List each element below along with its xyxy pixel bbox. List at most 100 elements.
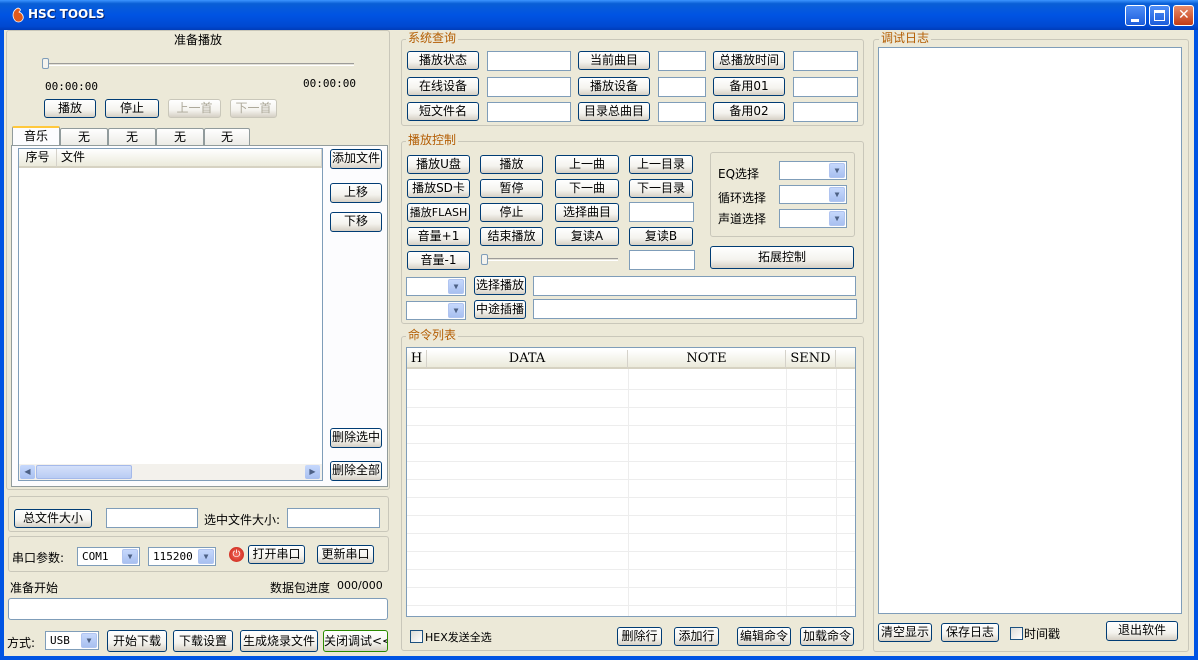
total-file-size-field[interactable] xyxy=(106,508,198,528)
select-play-button[interactable]: 选择播放 xyxy=(474,276,526,295)
select-track-field[interactable] xyxy=(629,202,694,222)
tab-none-3[interactable]: 无 xyxy=(156,128,204,145)
download-settings-button[interactable]: 下载设置 xyxy=(173,630,233,652)
volume-up-button[interactable]: 音量+1 xyxy=(407,227,470,246)
minimize-button[interactable] xyxy=(1125,5,1146,26)
insert-play-button[interactable]: 中途插播 xyxy=(474,300,526,319)
spare-02-field[interactable] xyxy=(793,102,858,122)
exit-software-button[interactable]: 退出软件 xyxy=(1106,621,1178,641)
next-track-button[interactable]: 下一首 xyxy=(230,99,277,118)
short-filename-field[interactable] xyxy=(487,102,571,122)
volume-slider[interactable] xyxy=(481,258,618,261)
tab-music[interactable]: 音乐 xyxy=(12,126,60,146)
next-song-button[interactable]: 下一曲 xyxy=(555,179,619,198)
play-status-button[interactable]: 播放状态 xyxy=(407,51,479,70)
play-button[interactable]: 播放 xyxy=(44,99,96,118)
volume-field[interactable] xyxy=(629,250,695,270)
title-bar[interactable]: HSC TOOLS ✕ xyxy=(0,0,1198,30)
move-down-button[interactable]: 下移 xyxy=(330,212,382,232)
channel-select[interactable]: ▼ xyxy=(779,209,847,228)
selected-file-size-field[interactable] xyxy=(287,508,380,528)
dir-total-tracks-button[interactable]: 目录总曲目 xyxy=(578,102,650,121)
total-play-time-field[interactable] xyxy=(793,51,858,71)
prev-song-button[interactable]: 上一曲 xyxy=(555,155,619,174)
com-port-select[interactable]: COM1 ▼ xyxy=(77,547,140,566)
scroll-left-icon[interactable]: ◀ xyxy=(20,465,35,479)
column-header-h[interactable]: H xyxy=(407,350,427,369)
tab-none-4[interactable]: 无 xyxy=(204,128,250,145)
start-download-button[interactable]: 开始下载 xyxy=(107,630,167,652)
edit-command-button[interactable]: 编辑命令 xyxy=(737,627,791,646)
play-progress-thumb[interactable] xyxy=(42,58,49,69)
extended-control-button[interactable]: 拓展控制 xyxy=(710,246,854,269)
total-play-time-button[interactable]: 总播放时间 xyxy=(713,51,785,70)
select-track-button[interactable]: 选择曲目 xyxy=(555,203,619,222)
command-table[interactable]: H DATA NOTE SEND xyxy=(406,347,856,617)
horizontal-scrollbar[interactable]: ◀ ▶ xyxy=(19,464,322,480)
ctrl-play-button[interactable]: 播放 xyxy=(480,155,543,174)
repeat-b-button[interactable]: 复读B xyxy=(629,227,693,246)
current-track-field[interactable] xyxy=(658,51,706,71)
column-header-send[interactable]: SEND xyxy=(786,350,836,369)
mode-select[interactable]: USB ▼ xyxy=(45,631,99,650)
baud-rate-select[interactable]: 115200 ▼ xyxy=(148,547,216,566)
end-play-button[interactable]: 结束播放 xyxy=(480,227,543,246)
eq-select[interactable]: ▼ xyxy=(779,161,847,180)
generate-burn-file-button[interactable]: 生成烧录文件 xyxy=(240,630,318,652)
add-row-button[interactable]: 添加行 xyxy=(674,627,719,646)
play-device-button[interactable]: 播放设备 xyxy=(578,77,650,96)
hex-select-all-checkbox[interactable] xyxy=(410,630,423,643)
tab-none-2[interactable]: 无 xyxy=(108,128,156,145)
delete-selected-button[interactable]: 删除选中 xyxy=(330,428,382,448)
column-header-data[interactable]: DATA xyxy=(427,350,628,369)
play-flash-button[interactable]: 播放FLASH xyxy=(407,203,470,222)
select-play-field[interactable] xyxy=(533,276,856,296)
column-header-note[interactable]: NOTE xyxy=(628,350,786,369)
move-up-button[interactable]: 上移 xyxy=(330,183,382,203)
add-file-button[interactable]: 添加文件 xyxy=(330,149,382,169)
ctrl-stop-button[interactable]: 停止 xyxy=(480,203,543,222)
tab-none-1[interactable]: 无 xyxy=(60,128,108,145)
load-command-button[interactable]: 加载命令 xyxy=(800,627,854,646)
current-track-button[interactable]: 当前曲目 xyxy=(578,51,650,70)
delete-all-button[interactable]: 删除全部 xyxy=(330,461,382,481)
next-dir-button[interactable]: 下一目录 xyxy=(629,179,693,198)
pause-button[interactable]: 暂停 xyxy=(480,179,543,198)
file-list[interactable]: 序号 文件 ◀ ▶ xyxy=(18,148,323,481)
volume-slider-thumb[interactable] xyxy=(481,254,488,265)
scroll-right-icon[interactable]: ▶ xyxy=(305,465,320,479)
online-device-button[interactable]: 在线设备 xyxy=(407,77,479,96)
save-log-button[interactable]: 保存日志 xyxy=(941,623,999,642)
total-file-size-button[interactable]: 总文件大小 xyxy=(14,509,92,528)
short-filename-button[interactable]: 短文件名 xyxy=(407,102,479,121)
play-progress-slider[interactable] xyxy=(44,63,354,66)
close-button[interactable]: ✕ xyxy=(1173,5,1194,26)
play-device-field[interactable] xyxy=(658,77,706,97)
dir-total-tracks-field[interactable] xyxy=(658,102,706,122)
play-source-select[interactable]: ▼ xyxy=(406,277,466,296)
debug-log-textarea[interactable] xyxy=(878,47,1182,614)
timestamp-checkbox[interactable] xyxy=(1010,627,1023,640)
open-serial-button[interactable]: 打开串口 xyxy=(248,545,305,564)
insert-play-field[interactable] xyxy=(533,299,857,319)
play-status-field[interactable] xyxy=(487,51,571,71)
close-debug-button[interactable]: 关闭调试<< xyxy=(323,630,388,652)
volume-down-button[interactable]: 音量-1 xyxy=(407,251,470,270)
spare-01-field[interactable] xyxy=(793,77,858,97)
prev-track-button[interactable]: 上一首 xyxy=(168,99,221,118)
clear-display-button[interactable]: 清空显示 xyxy=(878,623,932,642)
play-usb-button[interactable]: 播放U盘 xyxy=(407,155,470,174)
column-header-file[interactable]: 文件 xyxy=(57,149,322,168)
stop-button[interactable]: 停止 xyxy=(105,99,159,118)
prev-dir-button[interactable]: 上一目录 xyxy=(629,155,693,174)
online-device-field[interactable] xyxy=(487,77,571,97)
delete-row-button[interactable]: 删除行 xyxy=(617,627,662,646)
loop-select[interactable]: ▼ xyxy=(779,185,847,204)
maximize-button[interactable] xyxy=(1149,5,1170,26)
spare-02-button[interactable]: 备用02 xyxy=(713,102,785,121)
refresh-serial-button[interactable]: 更新串口 xyxy=(317,545,374,564)
scroll-thumb[interactable] xyxy=(36,465,132,479)
repeat-a-button[interactable]: 复读A xyxy=(555,227,619,246)
play-sd-button[interactable]: 播放SD卡 xyxy=(407,179,470,198)
column-header-index[interactable]: 序号 xyxy=(19,149,57,168)
